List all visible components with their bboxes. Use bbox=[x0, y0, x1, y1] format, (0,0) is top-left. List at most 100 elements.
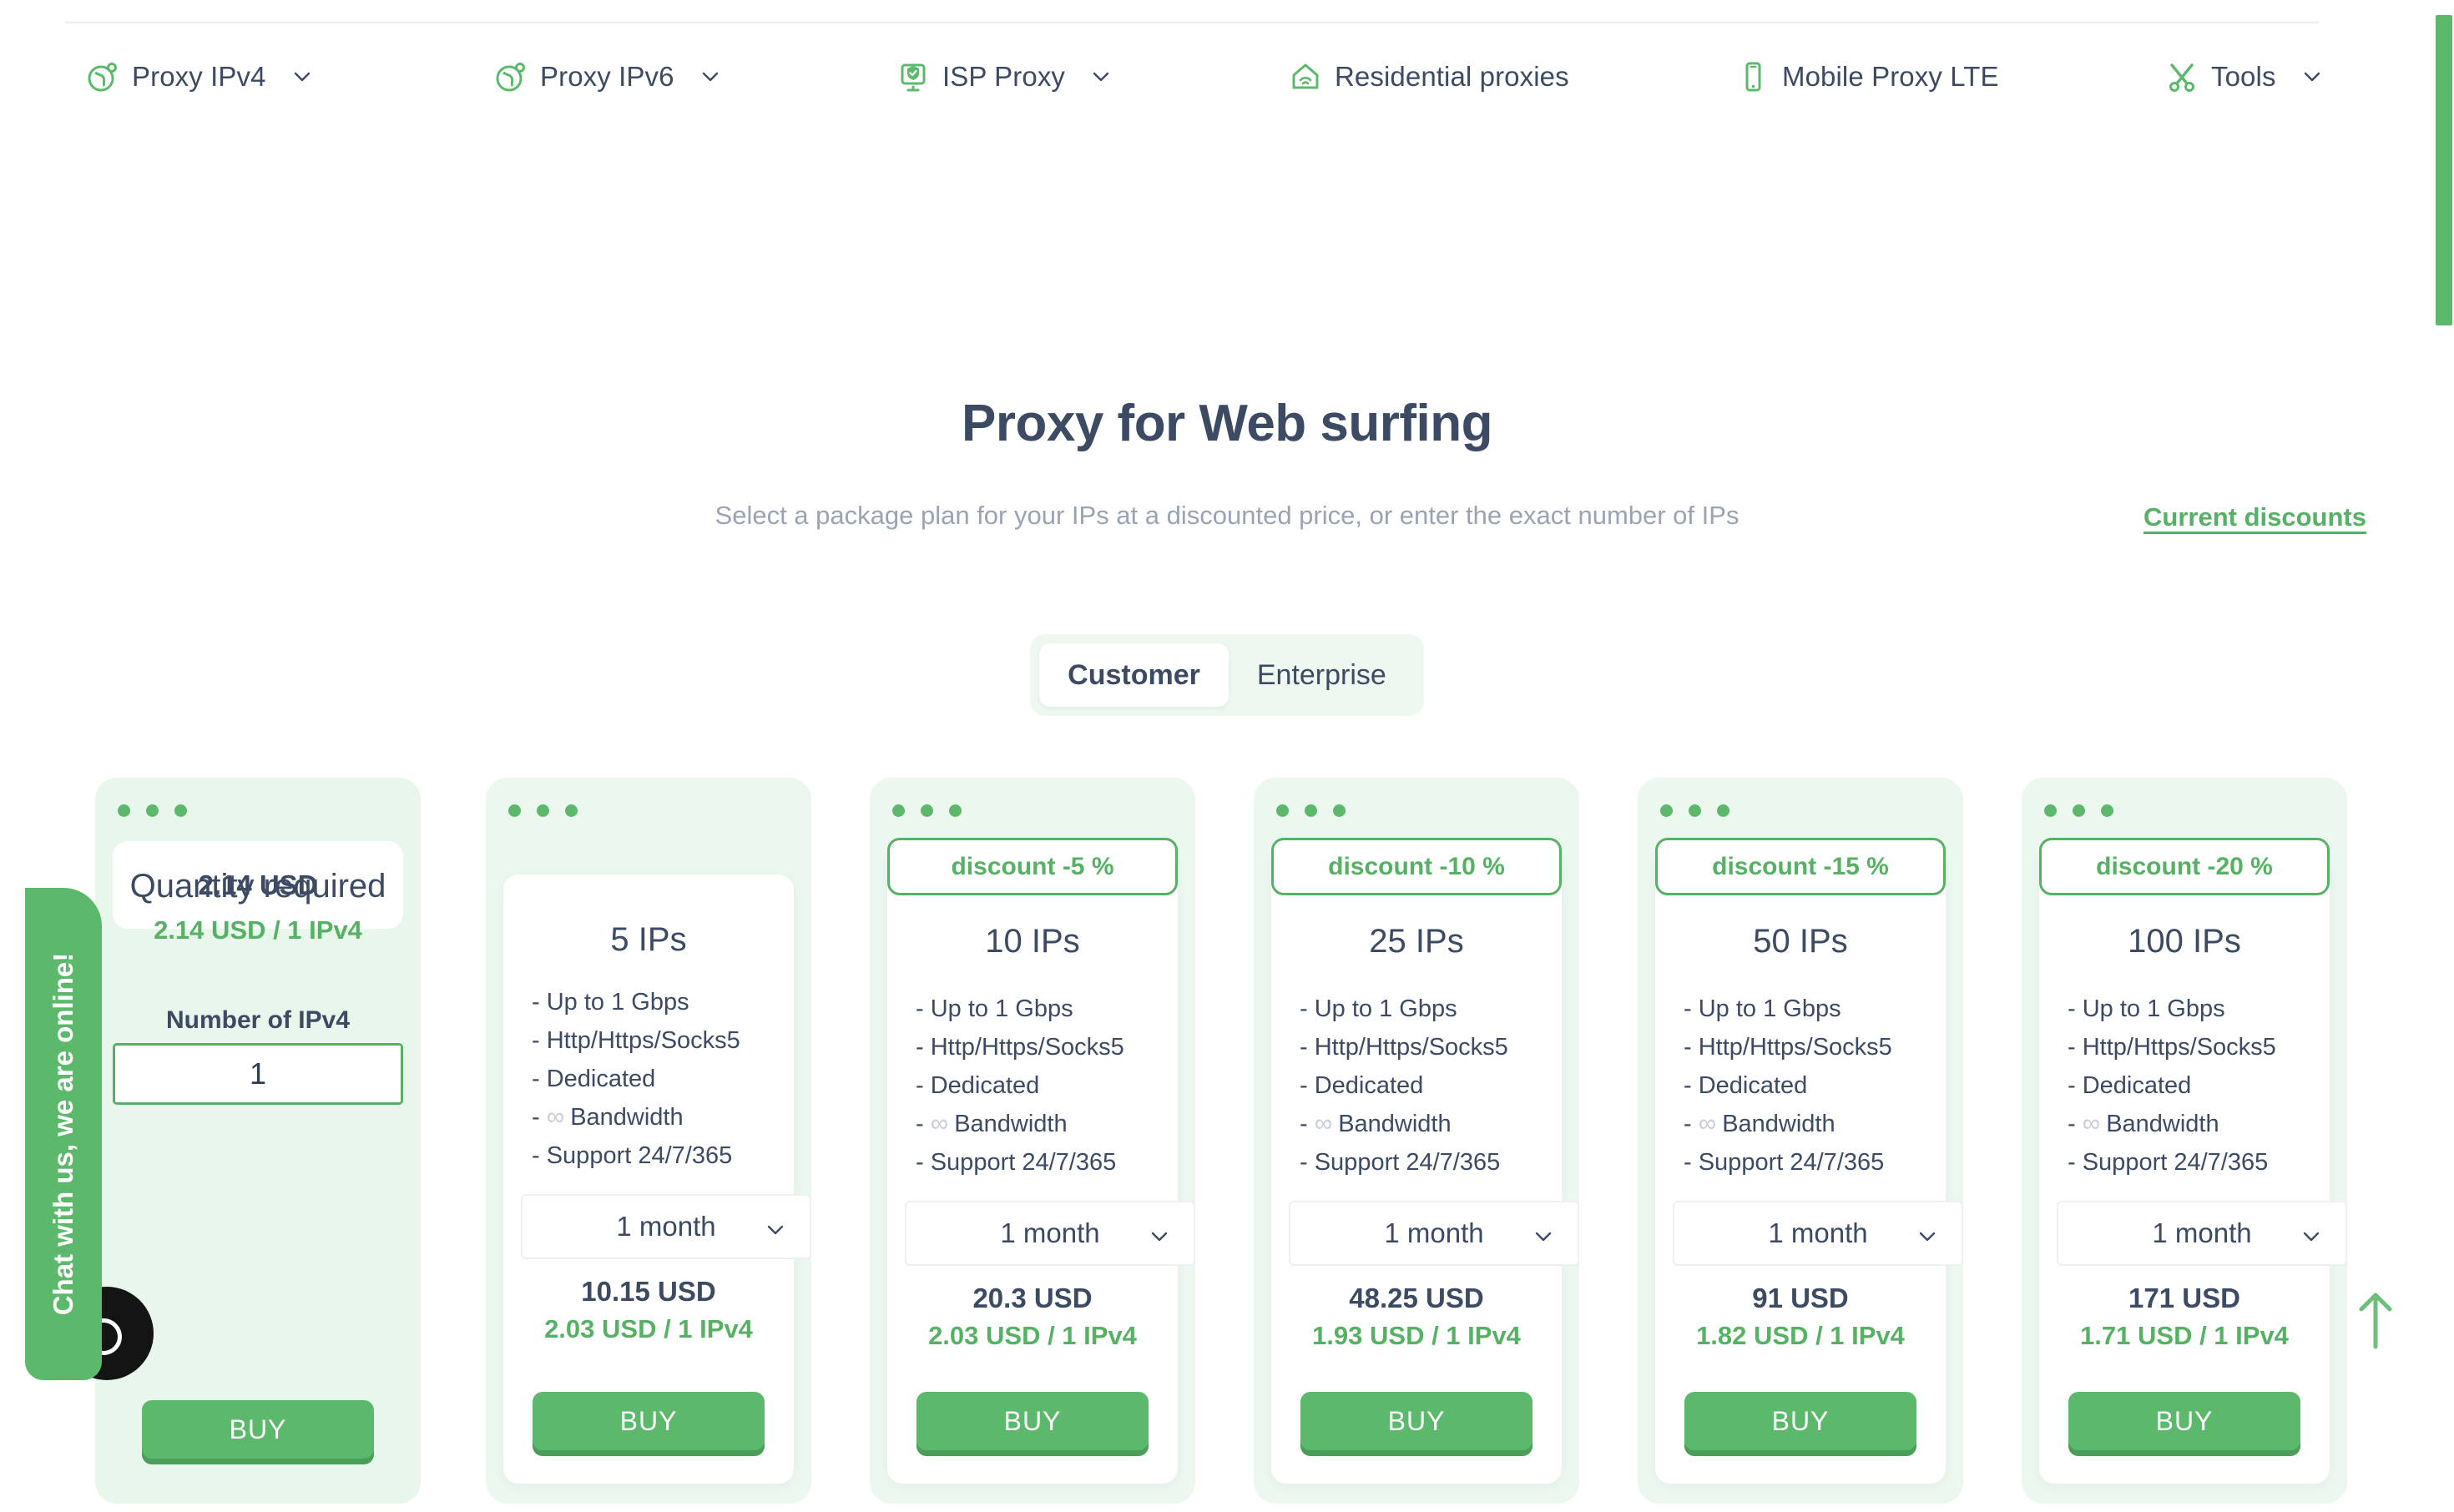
dot bbox=[2044, 804, 2057, 817]
feature-item: - Up to 1 Gbps bbox=[916, 990, 1179, 1028]
feature-dash: - bbox=[916, 1111, 924, 1137]
buy-button[interactable]: BUY bbox=[916, 1392, 1149, 1450]
feature-item: - Dedicated bbox=[916, 1066, 1179, 1105]
chevron-down-icon bbox=[2300, 1222, 2322, 1244]
infinity-icon: ∞ bbox=[2083, 1110, 2099, 1137]
card-body-panel: 5 IPs - Up to 1 Gbps - Http/Https/Socks5… bbox=[503, 874, 794, 1484]
customer-enterprise-toggle: Customer Enterprise bbox=[1030, 634, 1424, 716]
chevron-down-icon[interactable] bbox=[1090, 66, 1112, 88]
feature-list: - Up to 1 Gbps - Http/Https/Socks5 - Ded… bbox=[916, 990, 1179, 1182]
nav-item-label: ISP Proxy bbox=[942, 61, 1065, 93]
dot bbox=[146, 804, 159, 817]
dot bbox=[2101, 804, 2113, 817]
nav-items: Proxy IPv4 Proxy IPv6 ISP Proxy bbox=[0, 52, 2454, 102]
chevron-down-icon bbox=[1149, 1222, 1170, 1244]
buy-button[interactable]: BUY bbox=[1684, 1392, 1916, 1450]
period-select[interactable]: 1 month bbox=[521, 1194, 811, 1259]
pricing-card-10-ips: discount -5 % 10 IPs - Up to 1 Gbps - Ht… bbox=[870, 778, 1195, 1504]
feature-item: - Up to 1 Gbps bbox=[532, 983, 795, 1021]
feature-bandwidth-label: Bandwidth bbox=[1722, 1111, 1835, 1137]
dot bbox=[1689, 804, 1701, 817]
arrow-up-icon bbox=[2350, 1288, 2401, 1350]
quantity-field-label: Number of IPv4 bbox=[95, 1006, 421, 1035]
period-select[interactable]: 1 month bbox=[1289, 1201, 1579, 1266]
chevron-down-icon[interactable] bbox=[699, 66, 721, 88]
feature-item: - Http/Https/Socks5 bbox=[532, 1021, 795, 1060]
price-total: 48.25 USD bbox=[1271, 1283, 1562, 1314]
price-total: 10.15 USD bbox=[503, 1276, 794, 1308]
card-body-panel: 50 IPs - Up to 1 Gbps - Http/Https/Socks… bbox=[1655, 848, 1946, 1484]
period-select[interactable]: 1 month bbox=[1673, 1201, 1963, 1266]
period-value: 1 month bbox=[1768, 1217, 1867, 1249]
infinity-icon: ∞ bbox=[1315, 1110, 1331, 1137]
feature-dash: - bbox=[2068, 1111, 2076, 1137]
nav-item-label: Residential proxies bbox=[1335, 61, 1569, 93]
period-select[interactable]: 1 month bbox=[905, 1201, 1195, 1266]
price-total: 171 USD bbox=[2039, 1283, 2330, 1314]
feature-item-bandwidth: - ∞ Bandwidth bbox=[916, 1105, 1179, 1143]
current-discounts-link[interactable]: Current discounts bbox=[2143, 502, 2366, 532]
dot bbox=[921, 804, 933, 817]
globe-person-icon bbox=[495, 61, 527, 93]
dot bbox=[118, 804, 130, 817]
pricing-card-25-ips: discount -10 % 25 IPs - Up to 1 Gbps - H… bbox=[1254, 778, 1579, 1504]
period-select[interactable]: 1 month bbox=[2057, 1201, 2347, 1266]
price-total: 91 USD bbox=[1655, 1283, 1946, 1314]
globe-person-icon bbox=[87, 61, 119, 93]
quantity-input[interactable] bbox=[113, 1043, 403, 1105]
buy-button[interactable]: BUY bbox=[2068, 1392, 2300, 1450]
card-dots-decoration bbox=[2044, 804, 2113, 817]
page-subtitle: Select a package plan for your IPs at a … bbox=[0, 501, 2454, 531]
feature-bandwidth-label: Bandwidth bbox=[570, 1104, 683, 1131]
feature-item: - Support 24/7/365 bbox=[1300, 1143, 1563, 1182]
price-per-unit: 2.03 USD / 1 IPv4 bbox=[887, 1321, 1178, 1351]
feature-item: - Up to 1 Gbps bbox=[1300, 990, 1563, 1028]
feature-item: - Http/Https/Socks5 bbox=[1300, 1028, 1563, 1066]
feature-item: - Http/Https/Socks5 bbox=[1684, 1028, 1947, 1066]
chat-widget-tab[interactable]: Chat with us, we are online! bbox=[25, 888, 102, 1380]
price-per-unit: 2.14 USD / 1 IPv4 bbox=[95, 915, 421, 945]
dot bbox=[949, 804, 962, 817]
card-title: 10 IPs bbox=[887, 923, 1178, 960]
buy-button[interactable]: BUY bbox=[142, 1400, 374, 1459]
page-scrollbar-track[interactable] bbox=[2434, 0, 2454, 1382]
chat-widget-label: Chat with us, we are online! bbox=[48, 953, 79, 1316]
buy-button[interactable]: BUY bbox=[1300, 1392, 1532, 1450]
buy-button[interactable]: BUY bbox=[533, 1392, 765, 1450]
price-per-unit: 1.93 USD / 1 IPv4 bbox=[1271, 1321, 1562, 1351]
shield-monitor-icon bbox=[897, 61, 929, 93]
nav-item-proxy-ipv6[interactable]: Proxy IPv6 bbox=[495, 52, 721, 102]
feature-item: - Http/Https/Socks5 bbox=[916, 1028, 1179, 1066]
infinity-icon: ∞ bbox=[547, 1103, 563, 1131]
tab-enterprise[interactable]: Enterprise bbox=[1229, 643, 1415, 707]
feature-item: - Support 24/7/365 bbox=[1684, 1143, 1947, 1182]
feature-list: - Up to 1 Gbps - Http/Https/Socks5 - Ded… bbox=[532, 983, 795, 1175]
page-content: Proxy for Web surfing Select a package p… bbox=[0, 152, 2454, 1382]
tab-customer[interactable]: Customer bbox=[1039, 643, 1229, 707]
dot bbox=[1333, 804, 1346, 817]
infinity-icon: ∞ bbox=[1699, 1110, 1715, 1137]
chevron-down-icon bbox=[1532, 1222, 1554, 1244]
nav-item-isp-proxy[interactable]: ISP Proxy bbox=[897, 52, 1112, 102]
feature-item: - Dedicated bbox=[1684, 1066, 1947, 1105]
house-wifi-icon bbox=[1290, 61, 1321, 93]
pricing-card-custom-quantity: Quantity required Number of IPv4 2.14 US… bbox=[95, 778, 421, 1504]
chevron-down-icon bbox=[1916, 1222, 1938, 1244]
nav-item-label: Proxy IPv4 bbox=[132, 61, 266, 93]
chevron-down-icon[interactable] bbox=[291, 66, 313, 88]
nav-item-proxy-ipv4[interactable]: Proxy IPv4 bbox=[87, 52, 313, 102]
scroll-to-top-button[interactable] bbox=[2350, 1288, 2401, 1350]
page-scrollbar-thumb[interactable] bbox=[2436, 15, 2452, 325]
nav-item-residential-proxies[interactable]: Residential proxies bbox=[1290, 52, 1569, 102]
nav-item-tools[interactable]: Tools bbox=[2166, 52, 2323, 102]
dot bbox=[174, 804, 187, 817]
feature-item: - Http/Https/Socks5 bbox=[2068, 1028, 2331, 1066]
chevron-down-icon[interactable] bbox=[2301, 66, 2323, 88]
feature-item: - Dedicated bbox=[532, 1060, 795, 1098]
price-total: 2.14 USD bbox=[95, 869, 421, 901]
feature-item-bandwidth: - ∞ Bandwidth bbox=[1684, 1105, 1947, 1143]
nav-item-mobile-proxy-lte[interactable]: Mobile Proxy LTE bbox=[1737, 52, 1999, 102]
feature-item: - Dedicated bbox=[1300, 1066, 1563, 1105]
price-per-unit: 2.03 USD / 1 IPv4 bbox=[503, 1314, 794, 1344]
card-body-panel: 10 IPs - Up to 1 Gbps - Http/Https/Socks… bbox=[887, 848, 1178, 1484]
